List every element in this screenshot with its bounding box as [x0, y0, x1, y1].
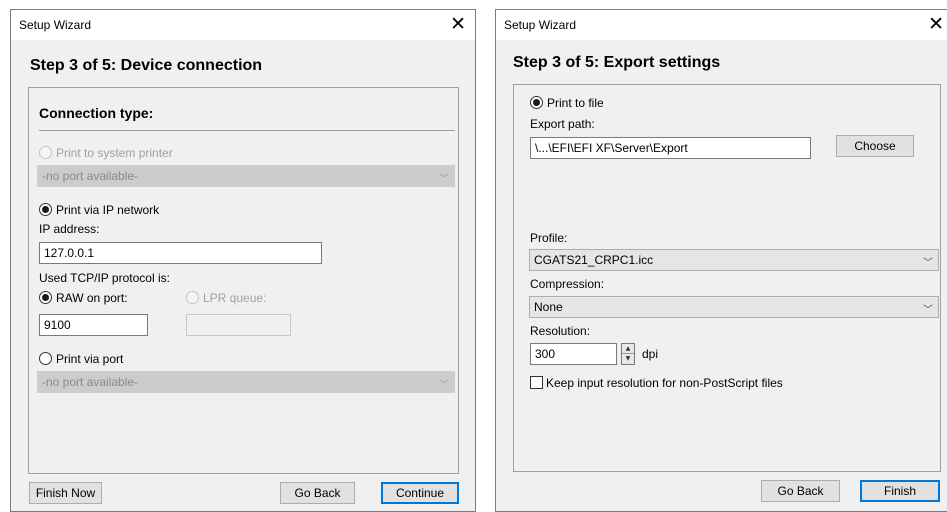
system-printer-port-value: -no port available- [42, 169, 139, 183]
setup-wizard-dialog-export-settings: Setup Wizard ✕ Step 3 of 5: Export setti… [495, 9, 947, 512]
ip-address-input[interactable]: 127.0.0.1 [39, 242, 322, 264]
resolution-label: Resolution: [530, 324, 591, 338]
continue-button[interactable]: Continue [381, 482, 459, 504]
ip-network-label: Print via IP network [56, 203, 160, 217]
go-back-button[interactable]: Go Back [280, 482, 355, 504]
keep-resolution-checkbox[interactable] [530, 376, 543, 389]
lpr-queue-label: LPR queue: [203, 291, 267, 305]
window-title: Setup Wizard [19, 18, 92, 32]
profile-select[interactable]: CGATS21_CRPC1.icc ﹀ [529, 249, 939, 271]
protocol-label: Used TCP/IP protocol is: [39, 271, 170, 285]
raw-port-label: RAW on port: [56, 291, 128, 305]
chevron-down-icon: ﹀ [923, 305, 933, 316]
close-icon[interactable]: ✕ [450, 13, 466, 35]
export-path-label: Export path: [530, 117, 595, 131]
connection-type-heading: Connection type: [39, 105, 154, 121]
lpr-queue-input[interactable] [186, 314, 291, 336]
title-bar: Setup Wizard ✕ [11, 10, 475, 40]
ip-network-radio[interactable] [39, 203, 52, 216]
keep-resolution-label: Keep input resolution for non-PostScript… [546, 376, 783, 390]
setup-wizard-dialog-device-connection: Setup Wizard ✕ Step 3 of 5: Device conne… [10, 9, 476, 512]
raw-port-radio[interactable] [39, 291, 52, 304]
ip-address-label: IP address: [39, 222, 100, 236]
close-icon[interactable]: ✕ [928, 13, 944, 35]
profile-value: CGATS21_CRPC1.icc [534, 253, 654, 267]
step-heading: Step 3 of 5: Device connection [30, 57, 263, 74]
resolution-input[interactable]: 300 [530, 343, 617, 365]
compression-select[interactable]: None ﹀ [529, 296, 939, 318]
chevron-down-icon: ﹀ [923, 258, 933, 269]
print-to-file-radio[interactable] [530, 96, 543, 109]
resolution-spinner[interactable]: ▲ ▼ [621, 343, 635, 365]
finish-button[interactable]: Finish [860, 480, 940, 502]
export-panel: Print to file Export path: \...\EFI\EFI … [513, 84, 941, 472]
compression-label: Compression: [530, 277, 605, 291]
spin-down-icon[interactable]: ▼ [622, 354, 634, 364]
system-printer-port-select[interactable]: -no port available- ﹀ [37, 165, 455, 187]
chevron-down-icon: ﹀ [439, 174, 449, 185]
window-title: Setup Wizard [504, 18, 577, 32]
profile-label: Profile: [530, 231, 568, 245]
step-heading: Step 3 of 5: Export settings [513, 54, 721, 71]
lpr-queue-radio[interactable] [186, 291, 199, 304]
go-back-button[interactable]: Go Back [761, 480, 840, 502]
via-port-value: -no port available- [42, 375, 139, 389]
title-bar: Setup Wizard ✕ [496, 10, 947, 40]
finish-now-button[interactable]: Finish Now [29, 482, 102, 504]
raw-port-input[interactable]: 9100 [39, 314, 148, 336]
chevron-down-icon: ﹀ [439, 380, 449, 391]
connection-panel: Connection type: Print to system printer… [28, 87, 459, 474]
choose-button[interactable]: Choose [836, 135, 914, 157]
compression-value: None [534, 300, 563, 314]
via-port-select[interactable]: -no port available- ﹀ [37, 371, 455, 393]
section-divider [39, 130, 455, 131]
print-to-file-label: Print to file [547, 96, 604, 110]
resolution-unit: dpi [642, 347, 659, 361]
export-path-input[interactable]: \...\EFI\EFI XF\Server\Export [530, 137, 811, 159]
system-printer-label: Print to system printer [56, 146, 173, 160]
via-port-label: Print via port [56, 352, 124, 366]
via-port-radio[interactable] [39, 352, 52, 365]
system-printer-radio[interactable] [39, 146, 52, 159]
spin-up-icon[interactable]: ▲ [622, 344, 634, 354]
